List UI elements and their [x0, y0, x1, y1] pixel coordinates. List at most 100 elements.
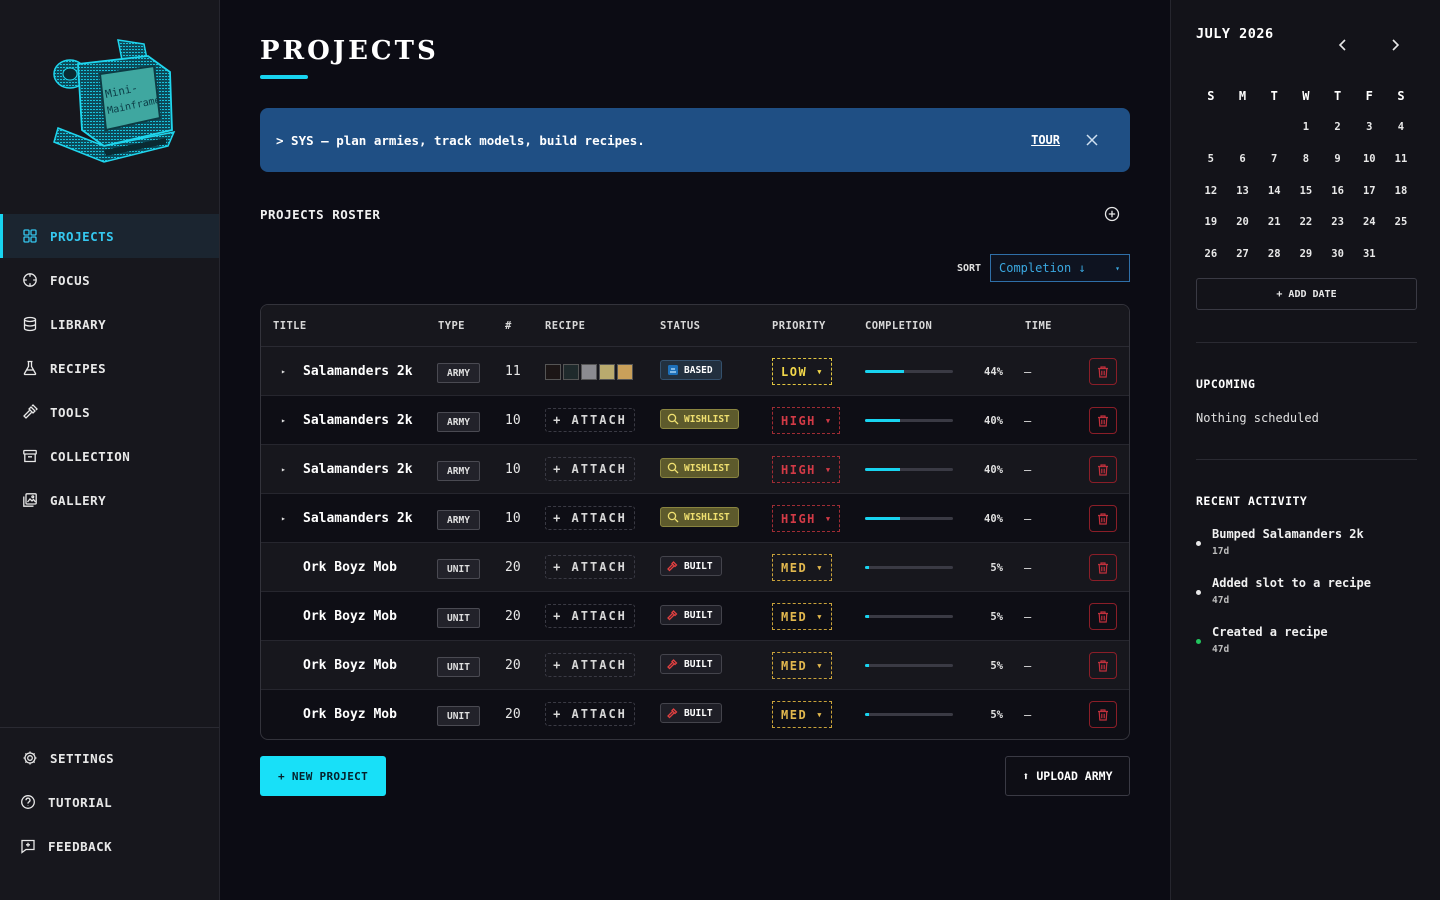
calendar-day[interactable]: 27 — [1227, 248, 1259, 260]
calendar-day[interactable]: 30 — [1322, 248, 1354, 260]
status-badge[interactable]: WISHLIST — [660, 458, 739, 478]
sidebar-item-recipes[interactable]: RECIPES — [0, 346, 219, 390]
attach-recipe-button[interactable]: + ATTACH — [545, 604, 635, 628]
attach-recipe-button[interactable]: + ATTACH — [545, 555, 635, 579]
table-row[interactable]: Ork Boyz Mob UNIT 20 + ATTACH BUILT MED ▼ 5% — — [261, 592, 1129, 641]
column-header-count[interactable]: # — [505, 320, 512, 332]
priority-select[interactable]: MED ▼ — [772, 652, 832, 679]
attach-recipe-button[interactable]: + ATTACH — [545, 408, 635, 432]
add-circle-icon[interactable] — [1104, 206, 1120, 222]
expand-caret-icon[interactable]: ▸ — [281, 494, 286, 543]
calendar-day[interactable]: 10 — [1353, 153, 1385, 165]
calendar-day[interactable]: 2 — [1322, 121, 1354, 133]
table-row[interactable]: ▸ Salamanders 2k ARMY 10 + ATTACH WISHLIST HIG… — [261, 494, 1129, 543]
attach-recipe-button[interactable]: + ATTACH — [545, 702, 635, 726]
sort-select[interactable]: Completion ↓ ▾ — [990, 254, 1130, 282]
calendar-day[interactable]: 17 — [1353, 185, 1385, 197]
calendar-day[interactable]: 21 — [1258, 216, 1290, 228]
status-badge[interactable]: WISHLIST — [660, 409, 739, 429]
calendar-day[interactable]: 18 — [1385, 185, 1417, 197]
delete-button[interactable] — [1089, 554, 1117, 581]
column-header-priority[interactable]: PRIORITY — [772, 320, 826, 332]
calendar-day[interactable]: 15 — [1290, 185, 1322, 197]
calendar-day[interactable]: 22 — [1290, 216, 1322, 228]
status-badge[interactable]: BUILT — [660, 654, 722, 674]
calendar-day[interactable]: 8 — [1290, 153, 1322, 165]
close-icon[interactable] — [1086, 134, 1098, 146]
calendar-day[interactable]: 25 — [1385, 216, 1417, 228]
calendar-day[interactable]: 23 — [1322, 216, 1354, 228]
sidebar-item-gallery[interactable]: GALLERY — [0, 478, 219, 522]
calendar-day[interactable]: 24 — [1353, 216, 1385, 228]
status-badge[interactable]: BUILT — [660, 556, 722, 576]
status-badge[interactable]: BUILT — [660, 605, 722, 625]
table-row[interactable]: Ork Boyz Mob UNIT 20 + ATTACH BUILT MED ▼ 5% — — [261, 543, 1129, 592]
calendar-day[interactable]: 12 — [1195, 185, 1227, 197]
column-header-completion[interactable]: COMPLETION — [865, 320, 932, 332]
delete-button[interactable] — [1089, 652, 1117, 679]
sidebar-item-settings[interactable]: SETTINGS — [0, 736, 219, 780]
delete-button[interactable] — [1089, 505, 1117, 532]
column-header-time[interactable]: TIME — [1025, 320, 1052, 332]
attach-recipe-button[interactable]: + ATTACH — [545, 506, 635, 530]
expand-caret-icon[interactable]: ▸ — [281, 445, 286, 494]
sidebar-item-tutorial[interactable]: TUTORIAL — [0, 780, 219, 824]
delete-button[interactable] — [1089, 603, 1117, 630]
calendar-day[interactable]: 7 — [1258, 153, 1290, 165]
calendar-day[interactable]: 13 — [1227, 185, 1259, 197]
delete-button[interactable] — [1089, 358, 1117, 385]
tour-link[interactable]: TOUR — [1031, 133, 1060, 147]
chevron-left-icon[interactable] — [1337, 38, 1349, 52]
delete-button[interactable] — [1089, 701, 1117, 728]
column-header-title[interactable]: TITLE — [273, 320, 307, 332]
project-title[interactable]: Ork Boyz Mob — [303, 543, 397, 592]
table-row[interactable]: Ork Boyz Mob UNIT 20 + ATTACH BUILT MED ▼ 5% — — [261, 641, 1129, 690]
attach-recipe-button[interactable]: + ATTACH — [545, 457, 635, 481]
attach-recipe-button[interactable]: + ATTACH — [545, 653, 635, 677]
calendar-day[interactable]: 29 — [1290, 248, 1322, 260]
calendar-day[interactable]: 9 — [1322, 153, 1354, 165]
calendar-day[interactable]: 5 — [1195, 153, 1227, 165]
table-row[interactable]: ▸ Salamanders 2k ARMY 10 + ATTACH WISHLIST HIG… — [261, 396, 1129, 445]
sidebar-item-focus[interactable]: FOCUS — [0, 258, 219, 302]
project-title[interactable]: Salamanders 2k — [303, 494, 413, 543]
calendar-day[interactable]: 11 — [1385, 153, 1417, 165]
table-row[interactable]: ▸ Salamanders 2k ARMY 11 BASED LOW ▼ 44% — — [261, 347, 1129, 396]
project-title[interactable]: Ork Boyz Mob — [303, 592, 397, 641]
calendar-day[interactable]: 6 — [1227, 153, 1259, 165]
calendar-day[interactable]: 31 — [1353, 248, 1385, 260]
priority-select[interactable]: MED ▼ — [772, 603, 832, 630]
priority-select[interactable]: MED ▼ — [772, 554, 832, 581]
column-header-recipe[interactable]: RECIPE — [545, 320, 585, 332]
project-title[interactable]: Salamanders 2k — [303, 347, 413, 396]
status-badge[interactable]: BASED — [660, 360, 722, 380]
calendar-day[interactable]: 26 — [1195, 248, 1227, 260]
column-header-type[interactable]: TYPE — [438, 320, 465, 332]
new-project-button[interactable]: + NEW PROJECT — [260, 756, 386, 796]
sidebar-item-collection[interactable]: COLLECTION — [0, 434, 219, 478]
priority-select[interactable]: LOW ▼ — [772, 358, 832, 385]
status-badge[interactable]: BUILT — [660, 703, 722, 723]
calendar-day[interactable]: 14 — [1258, 185, 1290, 197]
calendar-day[interactable]: 3 — [1353, 121, 1385, 133]
expand-caret-icon[interactable]: ▸ — [281, 347, 286, 396]
add-date-button[interactable]: + ADD DATE — [1196, 278, 1417, 310]
sidebar-item-tools[interactable]: TOOLS — [0, 390, 219, 434]
chevron-right-icon[interactable] — [1389, 38, 1401, 52]
calendar-day[interactable]: 4 — [1385, 121, 1417, 133]
calendar-day[interactable]: 1 — [1290, 121, 1322, 133]
sidebar-item-projects[interactable]: PROJECTS — [0, 214, 219, 258]
sidebar-item-library[interactable]: LIBRARY — [0, 302, 219, 346]
calendar-day[interactable]: 16 — [1322, 185, 1354, 197]
table-row[interactable]: ▸ Salamanders 2k ARMY 10 + ATTACH WISHLIST HIG… — [261, 445, 1129, 494]
priority-select[interactable]: MED ▼ — [772, 701, 832, 728]
calendar-day[interactable]: 19 — [1195, 216, 1227, 228]
calendar-day[interactable]: 20 — [1227, 216, 1259, 228]
project-title[interactable]: Salamanders 2k — [303, 445, 413, 494]
upload-army-button[interactable]: ⬆ UPLOAD ARMY — [1005, 756, 1130, 796]
project-title[interactable]: Ork Boyz Mob — [303, 641, 397, 690]
sidebar-item-feedback[interactable]: FEEDBACK — [0, 824, 219, 868]
priority-select[interactable]: HIGH ▼ — [772, 407, 840, 434]
status-badge[interactable]: WISHLIST — [660, 507, 739, 527]
project-title[interactable]: Ork Boyz Mob — [303, 690, 397, 739]
